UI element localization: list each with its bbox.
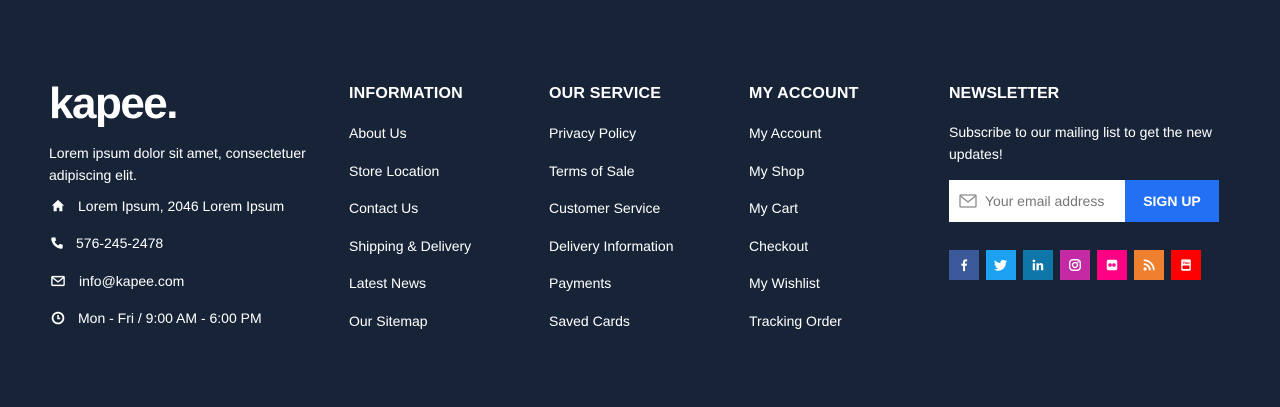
list-item: Our Sitemap	[349, 312, 539, 350]
contact-email: info@kapee.com	[49, 271, 329, 291]
logo[interactable]: kapee.	[49, 80, 319, 128]
social-icons: You	[949, 250, 1208, 280]
our-service-column: OUR SERVICE Privacy Policy Terms of Sale…	[549, 84, 739, 349]
list-item: Payments	[549, 274, 739, 312]
footer-link-checkout[interactable]: Checkout	[749, 238, 808, 254]
information-column: INFORMATION About Us Store Location Cont…	[349, 84, 539, 349]
contact-address: Lorem Ipsum, 2046 Lorem Ipsum	[49, 196, 329, 216]
linkedin-icon[interactable]	[1023, 250, 1053, 280]
list-item: Store Location	[349, 162, 539, 200]
footer-link-tracking-order[interactable]: Tracking Order	[749, 313, 842, 329]
contact-email-text[interactable]: info@kapee.com	[79, 273, 184, 289]
link-list: My Account My Shop My Cart Checkout My W…	[749, 124, 939, 349]
footer-link-contact-us[interactable]: Contact Us	[349, 200, 418, 216]
list-item: My Shop	[749, 162, 939, 200]
list-item: Tracking Order	[749, 312, 939, 350]
youtube-icon[interactable]: You	[1171, 250, 1201, 280]
footer-link-latest-news[interactable]: Latest News	[349, 275, 426, 291]
list-item: My Wishlist	[749, 274, 939, 312]
email-field-wrapper	[949, 180, 1125, 222]
contact-phone-text: 576-245-2478	[76, 235, 164, 251]
flickr-icon[interactable]	[1097, 250, 1127, 280]
list-item: Delivery Information	[549, 237, 739, 275]
list-item: Latest News	[349, 274, 539, 312]
contact-hours: Mon - Fri / 9:00 AM - 6:00 PM	[49, 308, 329, 328]
footer-link-privacy-policy[interactable]: Privacy Policy	[549, 125, 636, 141]
newsletter-column: NEWSLETTER Subscribe to our mailing list…	[949, 84, 1229, 280]
newsletter-title: NEWSLETTER	[949, 85, 1060, 102]
list-item: My Account	[749, 124, 939, 162]
envelope-icon	[49, 273, 67, 289]
brand-description: Lorem ipsum dolor sit amet, consectetuer…	[49, 145, 306, 183]
newsletter-form: SIGN UP	[949, 180, 1219, 222]
home-icon	[49, 198, 67, 214]
phone-icon	[49, 235, 64, 251]
email-input[interactable]	[985, 193, 1125, 209]
facebook-icon[interactable]	[949, 250, 979, 280]
my-account-column: MY ACCOUNT My Account My Shop My Cart Ch…	[749, 84, 939, 349]
twitter-icon[interactable]	[986, 250, 1016, 280]
list-item: My Cart	[749, 199, 939, 237]
list-item: Checkout	[749, 237, 939, 275]
svg-text:You: You	[1182, 260, 1190, 265]
footer-link-delivery-information[interactable]: Delivery Information	[549, 238, 674, 254]
list-item: Privacy Policy	[549, 124, 739, 162]
footer-link-about-us[interactable]: About Us	[349, 125, 407, 141]
footer-link-terms-of-sale[interactable]: Terms of Sale	[549, 163, 635, 179]
footer-link-my-account[interactable]: My Account	[749, 125, 821, 141]
clock-icon	[49, 310, 67, 326]
column-title: OUR SERVICE	[549, 85, 662, 102]
footer-link-my-wishlist[interactable]: My Wishlist	[749, 275, 820, 291]
contact-hours-text: Mon - Fri / 9:00 AM - 6:00 PM	[78, 310, 262, 326]
contact-address-text: Lorem Ipsum, 2046 Lorem Ipsum	[78, 198, 285, 214]
column-title: MY ACCOUNT	[749, 85, 859, 102]
footer-link-saved-cards[interactable]: Saved Cards	[549, 313, 630, 329]
list-item: About Us	[349, 124, 539, 162]
rss-icon[interactable]	[1134, 250, 1164, 280]
link-list: About Us Store Location Contact Us Shipp…	[349, 124, 539, 349]
list-item: Contact Us	[349, 199, 539, 237]
footer-link-payments[interactable]: Payments	[549, 275, 611, 291]
list-item: Customer Service	[549, 199, 739, 237]
instagram-icon[interactable]	[1060, 250, 1090, 280]
envelope-icon	[959, 194, 977, 208]
link-list: Privacy Policy Terms of Sale Customer Se…	[549, 124, 739, 349]
contact-phone: 576-245-2478	[49, 233, 329, 253]
column-title: INFORMATION	[349, 85, 463, 102]
footer-link-shipping-delivery[interactable]: Shipping & Delivery	[349, 238, 471, 254]
footer-link-my-shop[interactable]: My Shop	[749, 163, 804, 179]
footer-link-my-cart[interactable]: My Cart	[749, 200, 798, 216]
newsletter-text: Subscribe to our mailing list to get the…	[949, 124, 1213, 162]
footer-link-store-location[interactable]: Store Location	[349, 163, 439, 179]
list-item: Terms of Sale	[549, 162, 739, 200]
list-item: Shipping & Delivery	[349, 237, 539, 275]
brand-column: kapee. Lorem ipsum dolor sit amet, conse…	[49, 80, 319, 186]
footer-link-customer-service[interactable]: Customer Service	[549, 200, 660, 216]
sign-up-button[interactable]: SIGN UP	[1125, 180, 1219, 222]
footer-link-our-sitemap[interactable]: Our Sitemap	[349, 313, 428, 329]
list-item: Saved Cards	[549, 312, 739, 350]
site-footer: kapee. Lorem ipsum dolor sit amet, conse…	[0, 0, 1280, 407]
